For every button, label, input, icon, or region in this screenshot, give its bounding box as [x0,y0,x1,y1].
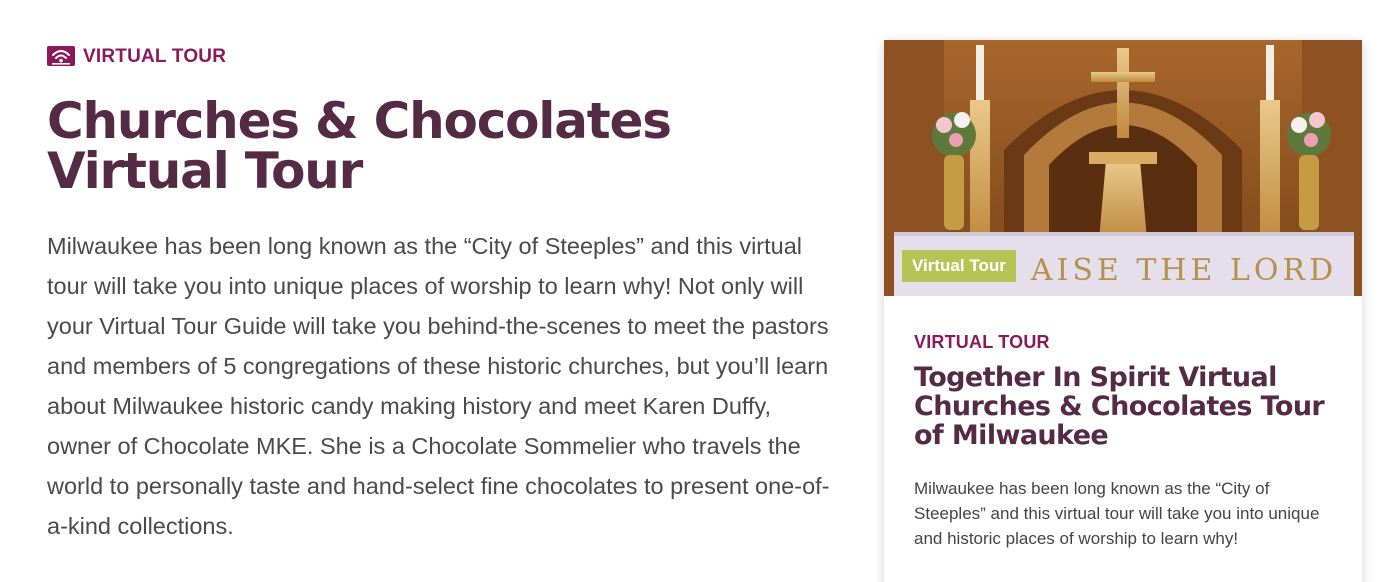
card-category-label: VIRTUAL TOUR [914,332,1050,352]
card-title-link[interactable]: Together In Spirit Virtual Churches & Ch… [914,363,1332,450]
tour-card-image[interactable]: AISE THE LORD Virtual Tour [884,40,1362,296]
page-title: Churches & Chocolates Virtual Tour [47,92,672,200]
card-description: Milwaukee has been long known as the “Ci… [914,479,1320,548]
tour-category: VIRTUAL TOUR [47,44,837,70]
tour-card-body: VIRTUAL TOUR Together In Spirit Virtual … [884,296,1362,551]
altar-cloth-text: AISE THE LORD [1030,253,1337,288]
virtual-tour-icon [47,46,75,68]
tour-category-label: VIRTUAL TOUR [83,46,227,67]
tour-card[interactable]: AISE THE LORD Virtual Tour VIRTUAL TOUR … [884,40,1362,582]
tour-description: Milwaukee has been long known as the “Ci… [47,233,830,539]
virtual-tour-badge: Virtual Tour [902,250,1016,282]
tour-intro-section: VIRTUAL TOUR Churches & Chocolates Virtu… [47,44,837,546]
